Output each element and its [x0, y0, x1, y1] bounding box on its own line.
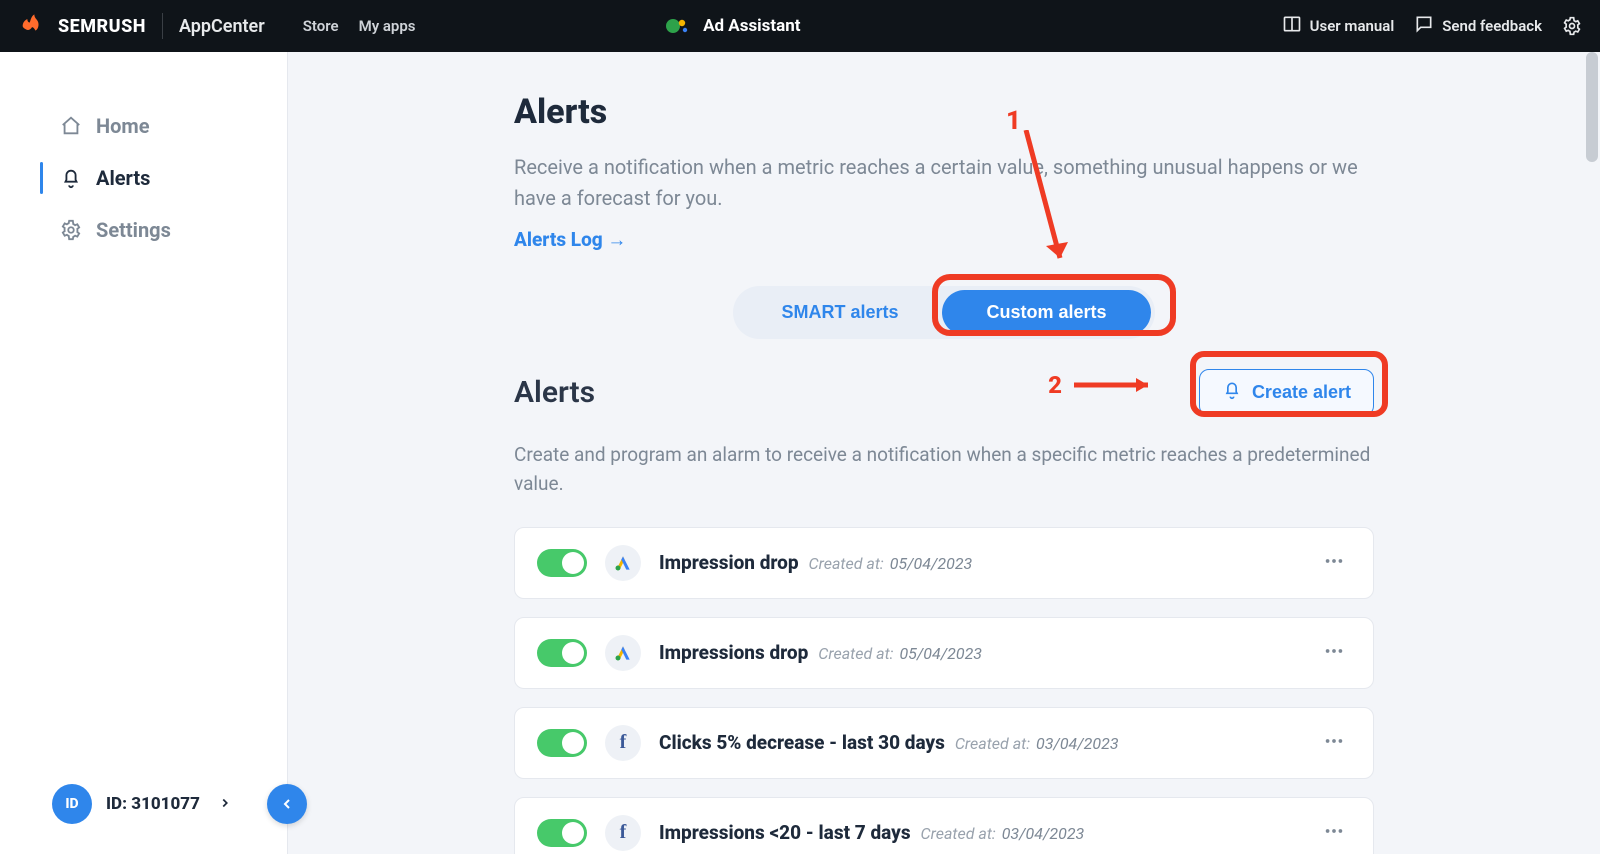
- alert-name: Clicks 5% decrease - last 30 days: [659, 731, 945, 754]
- created-label: Created at:: [814, 644, 897, 663]
- created-date: 05/04/2023: [890, 554, 973, 573]
- home-icon: [60, 115, 82, 137]
- center-app-title: Ad Assistant: [703, 16, 800, 36]
- alert-text: Impressions <20 - last 7 days Created at…: [659, 821, 1084, 844]
- kebab-menu-icon[interactable]: [1317, 634, 1351, 672]
- id-text: ID: 3101077: [106, 794, 200, 814]
- channel-icon: [605, 545, 641, 581]
- annotation-2: 2: [1048, 371, 1164, 399]
- alert-row[interactable]: Impression drop Created at: 05/04/2023: [514, 527, 1374, 599]
- sidebar-item-label: Alerts: [96, 166, 150, 190]
- sidebar-item-settings[interactable]: Settings: [0, 204, 287, 256]
- alert-name: Impressions drop: [659, 641, 808, 664]
- created-label: Created at:: [951, 734, 1034, 753]
- user-manual-label: User manual: [1310, 17, 1395, 35]
- alert-text: Impression drop Created at: 05/04/2023: [659, 551, 972, 574]
- page-title: Alerts: [514, 92, 1374, 132]
- brand-text: SEMRUSH: [58, 16, 146, 37]
- arrow-icon: [1074, 376, 1164, 394]
- settings-gear-icon[interactable]: [1562, 16, 1582, 36]
- brand-divider: [162, 13, 163, 39]
- assistant-logo-icon: [665, 15, 691, 37]
- sub-desc: Create and program an alarm to receive a…: [514, 440, 1374, 499]
- channel-icon: f: [605, 815, 641, 851]
- nav-store[interactable]: Store: [303, 17, 339, 35]
- scrollbar[interactable]: [1586, 52, 1598, 162]
- user-manual-link[interactable]: User manual: [1282, 14, 1395, 38]
- header-right: User manual Send feedback: [1282, 14, 1582, 38]
- send-feedback-link[interactable]: Send feedback: [1414, 14, 1542, 38]
- center-app[interactable]: Ad Assistant: [665, 15, 800, 37]
- book-icon: [1282, 14, 1302, 38]
- alert-name: Impression drop: [659, 551, 799, 574]
- subsection-header: Alerts Create alert 2: [514, 369, 1374, 416]
- content: Alerts Receive a notification when a met…: [494, 52, 1394, 854]
- flame-icon: [18, 12, 46, 40]
- kebab-menu-icon[interactable]: [1317, 814, 1351, 852]
- kebab-menu-icon[interactable]: [1317, 544, 1351, 582]
- brand[interactable]: SEMRUSH AppCenter: [18, 12, 265, 40]
- appcenter-label: AppCenter: [179, 16, 265, 37]
- gear-icon: [60, 219, 82, 241]
- sidebar-item-label: Home: [96, 114, 150, 138]
- sidebar-item-label: Settings: [96, 218, 171, 242]
- toggle-switch[interactable]: [537, 729, 587, 757]
- alert-row[interactable]: f Clicks 5% decrease - last 30 days Creat…: [514, 707, 1374, 779]
- feedback-icon: [1414, 14, 1434, 38]
- created-date: 03/04/2023: [1036, 734, 1119, 753]
- create-alert-button[interactable]: Create alert: [1199, 369, 1374, 416]
- alert-name: Impressions <20 - last 7 days: [659, 821, 911, 844]
- alert-row[interactable]: f Impressions <20 - last 7 days Created a…: [514, 797, 1374, 854]
- sidebar-item-alerts[interactable]: Alerts: [0, 152, 287, 204]
- sidebar-item-home[interactable]: Home: [0, 100, 287, 152]
- toggle-switch[interactable]: [537, 549, 587, 577]
- alert-text: Clicks 5% decrease - last 30 days Create…: [659, 731, 1119, 754]
- send-feedback-label: Send feedback: [1442, 17, 1542, 35]
- alerts-log-link[interactable]: Alerts Log →: [514, 228, 626, 252]
- tab-custom-alerts[interactable]: Custom alerts: [942, 290, 1150, 335]
- channel-icon: f: [605, 725, 641, 761]
- channel-icon: [605, 635, 641, 671]
- tab-smart-alerts[interactable]: SMART alerts: [737, 290, 942, 335]
- segmented-control: SMART alerts Custom alerts 1: [514, 286, 1374, 339]
- sub-title: Alerts: [514, 375, 595, 410]
- toggle-switch[interactable]: [537, 639, 587, 667]
- bell-icon: [60, 167, 82, 189]
- topbar: SEMRUSH AppCenter Store My apps Ad Assis…: [0, 0, 1600, 52]
- alert-list: Impression drop Created at: 05/04/2023Im…: [514, 527, 1374, 854]
- id-badge: ID: [52, 784, 92, 824]
- alerts-subsection: Alerts Create alert 2: [514, 369, 1374, 854]
- created-label: Created at:: [805, 554, 888, 573]
- created-label: Created at:: [917, 824, 1000, 843]
- layout: Home Alerts Settings ID ID: 3101077: [0, 52, 1600, 854]
- chevron-right-icon: [218, 795, 232, 814]
- alert-row[interactable]: Impressions drop Created at: 05/04/2023: [514, 617, 1374, 689]
- created-date: 03/04/2023: [1002, 824, 1085, 843]
- main: Alerts Receive a notification when a met…: [288, 52, 1600, 854]
- page-subtitle: Receive a notification when a metric rea…: [514, 152, 1374, 214]
- toggle-switch[interactable]: [537, 819, 587, 847]
- created-date: 05/04/2023: [899, 644, 982, 663]
- sidebar-footer[interactable]: ID ID: 3101077: [0, 784, 287, 824]
- alert-text: Impressions drop Created at: 05/04/2023: [659, 641, 982, 664]
- sidebar: Home Alerts Settings ID ID: 3101077: [0, 52, 288, 854]
- create-alert-label: Create alert: [1252, 382, 1351, 403]
- annotation-number: 2: [1048, 371, 1062, 399]
- nav-myapps[interactable]: My apps: [359, 17, 416, 35]
- nav-links: Store My apps: [303, 17, 416, 35]
- kebab-menu-icon[interactable]: [1317, 724, 1351, 762]
- bell-icon: [1222, 380, 1242, 405]
